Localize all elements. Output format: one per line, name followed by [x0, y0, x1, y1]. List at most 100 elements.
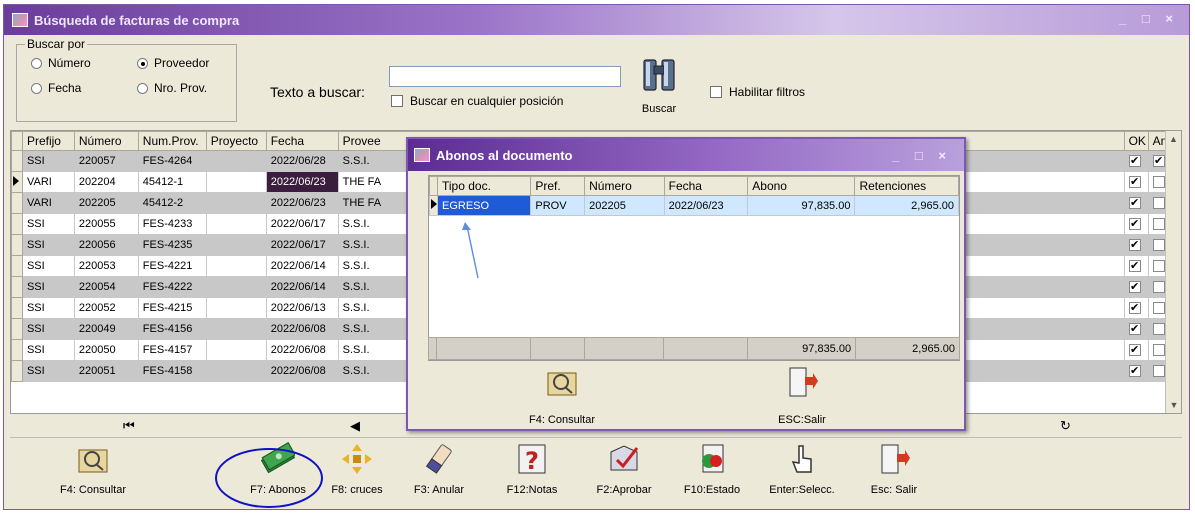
checkbox-icon[interactable]: ✔ [1128, 260, 1141, 273]
cell-numero[interactable]: 202205 [584, 195, 665, 216]
column-header[interactable]: OK [1123, 131, 1149, 151]
window-controls[interactable]: _ □ × [1119, 11, 1179, 26]
checkbox-icon[interactable]: ✔ [1128, 155, 1141, 168]
salir-button[interactable]: Esc: Salir [849, 442, 939, 504]
checkbox-icon[interactable] [1152, 344, 1165, 357]
checkbox-icon[interactable]: ✔ [1128, 176, 1141, 189]
cell-prefijo[interactable]: SSI [21, 213, 75, 235]
cell-numero[interactable]: 220055 [73, 213, 139, 235]
cell-fecha[interactable]: 2022/06/28 [265, 150, 339, 172]
checkbox-icon[interactable]: ✔ [1128, 344, 1141, 357]
column-header[interactable]: Número [73, 131, 139, 151]
cell-proyecto[interactable] [205, 234, 267, 256]
checkbox-icon[interactable]: ✔ [1128, 197, 1141, 210]
cell-pref[interactable]: PROV [530, 195, 586, 216]
cell-ok[interactable]: ✔ [1123, 150, 1149, 172]
cell-proyecto[interactable] [205, 318, 267, 340]
checkbox-icon[interactable]: ✔ [1128, 239, 1141, 252]
cell-numprov[interactable]: FES-4156 [137, 318, 207, 340]
checkbox-icon[interactable] [1152, 197, 1165, 210]
checkbox-icon[interactable]: ✔ [1128, 218, 1141, 231]
radio-proveedor[interactable]: Proveedor [137, 56, 209, 70]
cell-fecha[interactable]: 2022/06/23 [663, 195, 749, 216]
cell-prefijo[interactable]: VARI [21, 171, 75, 193]
dialog-window-controls[interactable]: _ □ × [892, 148, 952, 163]
cell-proyecto[interactable] [205, 255, 267, 277]
cell-abono[interactable]: 97,835.00 [747, 195, 856, 216]
column-header[interactable]: Fecha [663, 176, 749, 196]
cell-numprov[interactable]: FES-4264 [137, 150, 207, 172]
table-row[interactable]: EGRESO PROV 202205 2022/06/23 97,835.00 … [429, 195, 959, 216]
checkbox-icon[interactable]: ✔ [1128, 323, 1141, 336]
cell-ok[interactable]: ✔ [1123, 360, 1149, 382]
cell-proyecto[interactable] [205, 171, 267, 193]
estado-button[interactable]: F10:Estado [667, 442, 757, 504]
cell-numero[interactable]: 220053 [73, 255, 139, 277]
cell-ok[interactable]: ✔ [1123, 213, 1149, 235]
radio-dot[interactable] [31, 57, 42, 69]
cell-prefijo[interactable]: SSI [21, 234, 75, 256]
radio-dot[interactable] [137, 82, 148, 94]
cell-numprov[interactable]: FES-4215 [137, 297, 207, 319]
cell-numero[interactable]: 220052 [73, 297, 139, 319]
cell-numprov[interactable]: FES-4157 [137, 339, 207, 361]
cell-prefijo[interactable]: SSI [21, 360, 75, 382]
cell-numero[interactable]: 220049 [73, 318, 139, 340]
cell-tipo[interactable]: EGRESO [436, 195, 532, 216]
cell-ok[interactable]: ✔ [1123, 297, 1149, 319]
cell-numprov[interactable]: 45412-2 [137, 192, 207, 214]
cell-fecha[interactable]: 2022/06/14 [265, 255, 339, 277]
radio-dot-selected[interactable] [137, 57, 148, 69]
radio-nro-prov[interactable]: Nro. Prov. [137, 81, 207, 95]
cell-retenciones[interactable]: 2,965.00 [854, 195, 959, 216]
scroll-up-arrow-icon[interactable]: ▲ [1166, 131, 1181, 147]
cell-numero[interactable]: 220051 [73, 360, 139, 382]
search-anywhere-checkbox[interactable]: Buscar en cualquier posición [391, 94, 563, 108]
cell-numero[interactable]: 220054 [73, 276, 139, 298]
scroll-down-arrow-icon[interactable]: ▼ [1166, 397, 1181, 413]
checkbox-icon[interactable]: ✔ [1128, 281, 1141, 294]
cell-numero[interactable]: 220056 [73, 234, 139, 256]
cell-numero[interactable]: 220050 [73, 339, 139, 361]
checkbox-box[interactable] [710, 86, 722, 98]
cell-ok[interactable]: ✔ [1123, 255, 1149, 277]
checkbox-icon[interactable] [1152, 365, 1165, 378]
cell-prefijo[interactable]: SSI [21, 150, 75, 172]
cell-ok[interactable]: ✔ [1123, 234, 1149, 256]
cell-fecha[interactable]: 2022/06/17 [265, 213, 339, 235]
column-header[interactable]: Pref. [530, 176, 586, 196]
cell-ok[interactable]: ✔ [1123, 192, 1149, 214]
cell-proyecto[interactable] [205, 192, 267, 214]
cell-numero[interactable]: 202204 [73, 171, 139, 193]
cell-prefijo[interactable]: SSI [21, 297, 75, 319]
radio-dot[interactable] [31, 82, 42, 94]
cell-numprov[interactable]: FES-4233 [137, 213, 207, 235]
title-bar[interactable]: Búsqueda de facturas de compra _ □ × [4, 5, 1189, 35]
column-header[interactable]: Num.Prov. [137, 131, 207, 151]
abonos-grid[interactable]: Tipo doc. Pref. Número Fecha Abono Reten… [428, 175, 960, 361]
aprobar-button[interactable]: F2:Aprobar [579, 442, 669, 504]
cell-fecha[interactable]: 2022/06/08 [265, 339, 339, 361]
checkbox-icon[interactable] [1152, 260, 1165, 273]
notas-button[interactable]: ? F12:Notas [487, 442, 577, 504]
cell-numprov[interactable]: FES-4235 [137, 234, 207, 256]
consultar-button[interactable]: F4: Consultar [48, 442, 138, 504]
cell-prefijo[interactable]: SSI [21, 318, 75, 340]
cell-fecha[interactable]: 2022/06/08 [265, 360, 339, 382]
checkbox-box[interactable] [391, 95, 403, 107]
cell-ok[interactable]: ✔ [1123, 171, 1149, 193]
cell-fecha[interactable]: 2022/06/23 [265, 192, 339, 214]
cell-numprov[interactable]: 45412-1 [137, 171, 207, 193]
column-header[interactable]: Tipo doc. [436, 176, 532, 196]
checkbox-icon[interactable] [1152, 302, 1165, 315]
cell-numprov[interactable]: FES-4158 [137, 360, 207, 382]
cell-prefijo[interactable]: VARI [21, 192, 75, 214]
column-header[interactable]: Prefijo [21, 131, 75, 151]
cell-fecha[interactable]: 2022/06/13 [265, 297, 339, 319]
search-input[interactable] [389, 66, 621, 87]
column-header[interactable]: Abono [747, 176, 856, 196]
checkbox-icon[interactable] [1152, 239, 1165, 252]
column-header[interactable]: Proyecto [205, 131, 267, 151]
cell-fecha[interactable]: 2022/06/14 [265, 276, 339, 298]
search-button[interactable]: Buscar [630, 56, 688, 124]
